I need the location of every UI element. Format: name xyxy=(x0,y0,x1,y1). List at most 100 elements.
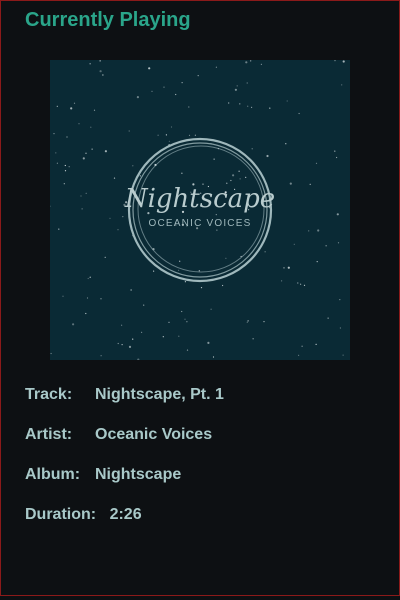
star-dot xyxy=(239,103,241,105)
star-dot xyxy=(181,82,183,84)
star-dot xyxy=(136,96,139,99)
star-dot xyxy=(342,354,344,356)
star-dot xyxy=(298,112,300,115)
star-dot xyxy=(85,312,87,315)
star-dot xyxy=(89,63,91,65)
star-dot xyxy=(293,243,295,245)
star-dot xyxy=(175,93,177,96)
star-dot xyxy=(141,331,143,333)
star-dot xyxy=(117,342,119,345)
star-dot xyxy=(286,100,288,102)
star-dot xyxy=(207,341,210,344)
star-dot xyxy=(281,280,283,282)
star-dot xyxy=(194,134,196,136)
star-dot xyxy=(170,126,173,128)
star-dot xyxy=(100,355,102,357)
star-dot xyxy=(121,324,123,326)
star-dot xyxy=(109,217,111,219)
star-dot xyxy=(64,170,67,172)
star-dot xyxy=(188,134,191,136)
star-dot xyxy=(56,105,58,107)
star-dot xyxy=(90,126,92,128)
star-dot xyxy=(234,88,237,91)
star-dot xyxy=(78,123,80,125)
star-dot xyxy=(153,270,155,272)
now-playing-panel: Currently Playing Nightscape OCEANIC VOI… xyxy=(0,0,400,596)
star-dot xyxy=(168,140,170,142)
star-dot xyxy=(230,179,232,182)
star-dot xyxy=(102,74,104,76)
star-dot xyxy=(157,134,159,136)
star-dot xyxy=(132,338,134,340)
track-label: Track: xyxy=(25,386,73,403)
star-dot xyxy=(85,192,87,194)
star-dot xyxy=(251,148,253,150)
star-dot xyxy=(289,182,292,185)
star-dot xyxy=(81,208,83,210)
star-dot xyxy=(339,299,341,301)
star-dot xyxy=(58,228,60,230)
star-dot xyxy=(64,164,66,167)
star-dot xyxy=(181,172,183,174)
star-dot xyxy=(63,183,65,185)
star-dot xyxy=(298,354,300,356)
star-dot xyxy=(168,321,170,323)
star-dot xyxy=(128,130,130,132)
star-dot xyxy=(143,304,145,306)
star-dot xyxy=(339,327,341,329)
star-dot xyxy=(212,356,215,358)
star-dot xyxy=(50,352,52,355)
star-dot xyxy=(178,269,180,271)
star-dot xyxy=(179,260,181,262)
star-dot xyxy=(99,60,101,62)
star-dot xyxy=(263,321,265,323)
star-dot xyxy=(308,230,310,232)
star-dot xyxy=(66,136,68,138)
page-title: Currently Playing xyxy=(25,9,191,31)
star-dot xyxy=(300,283,302,285)
star-dot xyxy=(215,66,217,68)
star-dot xyxy=(99,70,102,73)
star-dot xyxy=(104,256,106,258)
star-dot xyxy=(246,82,248,84)
star-dot xyxy=(70,107,73,110)
star-dot xyxy=(325,245,327,247)
star-dot xyxy=(162,336,164,338)
star-dot xyxy=(239,178,241,180)
star-dot xyxy=(186,321,188,323)
star-dot xyxy=(132,165,134,167)
star-dot xyxy=(336,156,338,159)
star-dot xyxy=(238,170,240,172)
album-label: Album: xyxy=(25,466,81,483)
star-dot xyxy=(252,338,254,340)
star-dot xyxy=(148,67,151,70)
track-row: Track: Nightscape, Pt. 1 xyxy=(25,386,224,404)
star-dot xyxy=(139,175,141,177)
star-dot xyxy=(62,295,64,297)
artist-label: Artist: xyxy=(25,426,73,443)
star-dot xyxy=(301,345,303,347)
star-dot xyxy=(93,109,96,111)
star-dot xyxy=(72,323,75,326)
star-dot xyxy=(91,148,93,150)
star-dot xyxy=(100,298,102,300)
star-dot xyxy=(260,63,262,65)
star-dot xyxy=(85,152,87,154)
star-dot xyxy=(121,344,123,346)
star-dot xyxy=(342,60,345,63)
star-dot xyxy=(80,195,82,197)
star-dot xyxy=(82,157,85,160)
star-dot xyxy=(246,321,248,323)
star-dot xyxy=(336,213,339,216)
star-dot xyxy=(225,257,227,259)
star-dot xyxy=(130,289,132,291)
star-dot xyxy=(104,150,107,153)
star-dot xyxy=(89,276,91,278)
star-dot xyxy=(236,85,238,87)
star-dot xyxy=(266,154,269,158)
star-dot xyxy=(128,345,132,348)
star-dot xyxy=(210,308,212,310)
cover-subtitle-text: OCEANIC VOICES xyxy=(149,218,252,229)
artist-value: Oceanic Voices xyxy=(95,426,213,443)
star-dot xyxy=(198,270,200,272)
